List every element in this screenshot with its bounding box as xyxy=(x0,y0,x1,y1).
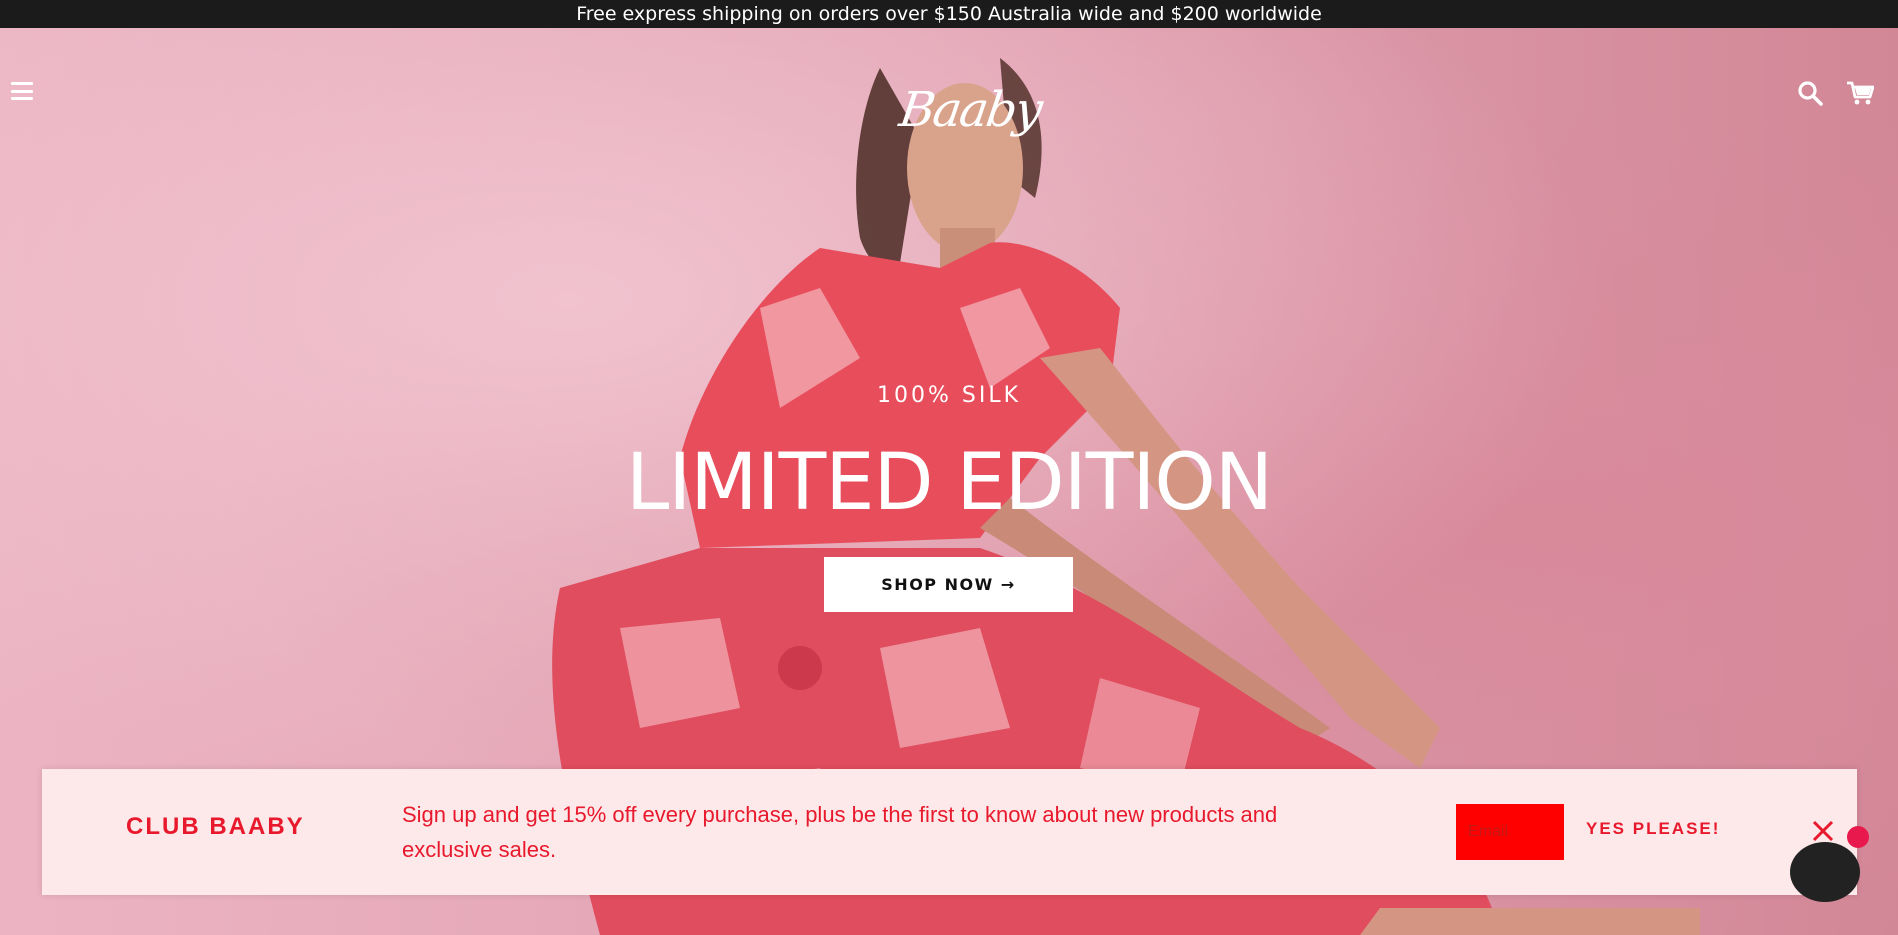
announcement-text: Free express shipping on orders over $15… xyxy=(576,3,1322,25)
cart-icon[interactable] xyxy=(1846,80,1874,106)
newsletter-title: CLUB BAABY xyxy=(126,813,305,840)
subscribe-button[interactable]: YES PLEASE! xyxy=(1586,819,1720,839)
chat-notification-badge xyxy=(1847,826,1869,848)
search-icon[interactable] xyxy=(1797,80,1823,106)
email-field[interactable] xyxy=(1456,804,1564,860)
site-logo[interactable]: Baaby xyxy=(895,72,1044,148)
menu-icon-line xyxy=(11,89,33,93)
close-icon[interactable] xyxy=(1811,819,1835,843)
hero-eyebrow: 100% SILK xyxy=(876,383,1022,408)
menu-icon-line xyxy=(11,82,33,85)
hero-headline: LIMITED EDITION xyxy=(625,438,1273,528)
chat-widget-button[interactable] xyxy=(1790,842,1860,902)
menu-icon[interactable] xyxy=(11,82,33,100)
menu-icon-line xyxy=(11,97,33,100)
announcement-bar: Free express shipping on orders over $15… xyxy=(0,0,1898,28)
newsletter-popup: CLUB BAABY Sign up and get 15% off every… xyxy=(42,769,1857,895)
newsletter-description: Sign up and get 15% off every purchase, … xyxy=(402,802,1278,862)
shop-now-button[interactable]: SHOP NOW → xyxy=(824,557,1073,612)
